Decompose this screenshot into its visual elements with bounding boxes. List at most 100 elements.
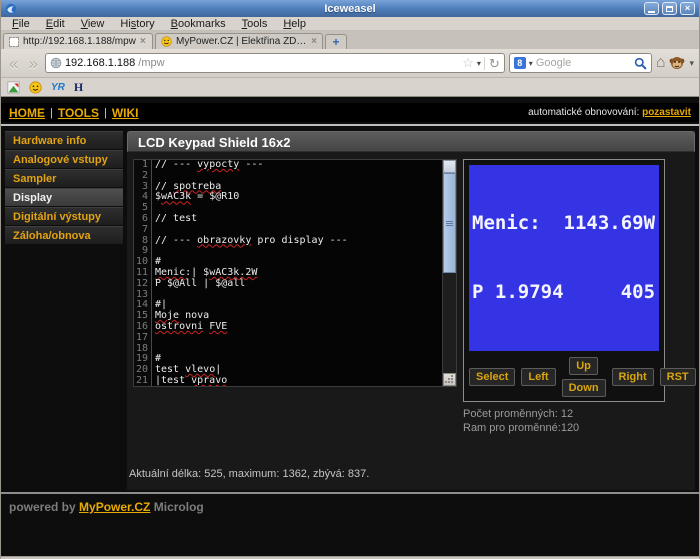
tab-current-page[interactable]: http://192.168.1.188/mpw × [3, 33, 153, 49]
default-page-icon [9, 37, 19, 47]
scroll-down-arrow[interactable] [443, 373, 456, 386]
left-button[interactable]: Left [521, 368, 555, 386]
bookmark-smiley-icon[interactable] [29, 81, 42, 94]
bookmarks-toolbar: YR H [1, 78, 699, 97]
footer-prefix: powered by [9, 500, 76, 514]
menu-help[interactable]: Help [276, 18, 313, 30]
url-path-text: /mpw [138, 57, 164, 69]
menubar: FileEditViewHistoryBookmarksToolsHelp [1, 17, 699, 31]
page-viewport: HOME | TOOLS | WIKI automatické obnovová… [1, 97, 699, 556]
tab-mypower[interactable]: MyPower.CZ | Elektřina ZDARMA! × [155, 33, 323, 49]
scroll-up-arrow[interactable] [443, 160, 456, 173]
keypad: Select Left Up Down Right RST [469, 358, 659, 396]
tab-close-icon[interactable]: × [140, 36, 146, 47]
tab-label: http://192.168.1.188/mpw [23, 36, 136, 47]
lcd-line-2: P 1.9794 405 [472, 281, 656, 304]
sidebar-item-sampler[interactable]: Sampler [5, 169, 123, 187]
back-button[interactable]: « [6, 55, 21, 72]
menu-history[interactable]: History [113, 18, 161, 30]
site-top-navigation: HOME | TOOLS | WIKI automatické obnovová… [1, 103, 699, 122]
smiley-favicon [161, 36, 172, 47]
menu-tools[interactable]: Tools [235, 18, 275, 30]
new-tab-button[interactable]: + [325, 34, 347, 49]
menu-bookmarks[interactable]: Bookmarks [164, 18, 233, 30]
auto-refresh-label: automatické obnovování: [528, 107, 639, 118]
pause-refresh-link[interactable]: pozastavit [642, 107, 691, 118]
select-button[interactable]: Select [469, 368, 515, 386]
menu-view[interactable]: View [74, 18, 112, 30]
search-bar[interactable]: 8 ▾ [509, 53, 652, 73]
down-button[interactable]: Down [562, 379, 606, 397]
window-title: Iceweasel [1, 3, 699, 15]
resize-grip-icon[interactable] [451, 381, 453, 383]
bookmark-h-icon[interactable]: H [74, 80, 83, 95]
nav-link-wiki[interactable]: WIKI [112, 106, 139, 120]
footer: powered by MyPower.CZ Microlog [1, 494, 699, 520]
nav-link-tools[interactable]: TOOLS [58, 106, 99, 120]
editor-line: 8// --- obrazovky pro display --- [134, 236, 442, 247]
menu-edit[interactable]: Edit [39, 18, 72, 30]
editor-line: 1// --- vypocty --- [134, 160, 442, 171]
google-engine-icon: 8 [514, 57, 526, 69]
right-button[interactable]: Right [612, 368, 654, 386]
sidebar-item-analogove-vstupy[interactable]: Analogové vstupy [5, 150, 123, 168]
nav-separator: | [104, 107, 107, 119]
home-icon[interactable]: ⌂ [656, 55, 666, 71]
rst-button[interactable]: RST [660, 368, 696, 386]
scrollbar-thumb[interactable] [443, 173, 456, 273]
nav-separator: | [50, 107, 53, 119]
forward-button[interactable]: » [25, 55, 40, 72]
minimize-button[interactable] [644, 2, 659, 15]
lcd-line-1: Menic: 1143.69W [472, 212, 656, 235]
search-input[interactable] [536, 57, 631, 69]
url-dropdown-icon[interactable]: ▾ [477, 59, 481, 68]
editor-line: 18 [134, 344, 442, 355]
editor-scrollbar[interactable] [442, 160, 456, 386]
length-status: Aktuální délka: 525, maximum: 1362, zbýv… [129, 468, 695, 490]
url-bar[interactable]: 192.168.1.188/mpw ☆ ▾ ↻ [45, 53, 505, 73]
toolbar-overflow-icon[interactable]: ▾ [689, 58, 694, 69]
menu-file[interactable]: File [5, 18, 37, 30]
reload-icon[interactable]: ↻ [484, 57, 500, 70]
nav-link-home[interactable]: HOME [9, 106, 45, 120]
editor-line: 12P $@All | $@all [134, 279, 442, 290]
editor-line: 21|test vpravo [134, 376, 442, 387]
editor-code: 1// --- vypocty ---23// spotreba4$wAC3k … [134, 160, 442, 387]
foxyproxy-monkey-icon[interactable] [669, 55, 685, 71]
display-script-editor[interactable]: 1// --- vypocty ---23// spotreba4$wAC3k … [133, 159, 457, 387]
main-panel: LCD Keypad Shield 16x2 1// --- vypocty -… [127, 131, 695, 490]
sidebar-item-zaloha-obnova[interactable]: Záloha/obnova [5, 226, 123, 244]
sidebar-item-display[interactable]: Display [5, 188, 123, 206]
editor-line: 6// test [134, 214, 442, 225]
bookmark-yr-icon[interactable]: YR [51, 82, 65, 93]
browser-window: Iceweasel × FileEditViewHistoryBookmarks… [0, 0, 700, 559]
up-button[interactable]: Up [569, 357, 598, 375]
editor-line: 17 [134, 333, 442, 344]
editor-line: 13 [134, 290, 442, 301]
url-host-text: 192.168.1.188 [65, 57, 135, 69]
bookmark-star-icon[interactable]: ☆ [462, 57, 474, 69]
editor-line: 9 [134, 246, 442, 257]
tab-label: MyPower.CZ | Elektřina ZDARMA! [176, 36, 307, 47]
sidebar-item-digitalni-vystupy[interactable]: Digitální výstupy [5, 207, 123, 225]
auto-refresh-status: automatické obnovování: pozastavit [528, 107, 691, 118]
divider [1, 124, 699, 126]
sidebar: Hardware infoAnalogové vstupySamplerDisp… [5, 131, 123, 245]
maximize-button[interactable] [662, 2, 677, 15]
footer-suffix: Microlog [154, 500, 204, 514]
globe-icon [50, 57, 62, 69]
search-engine-dropdown-icon[interactable]: ▾ [529, 59, 533, 68]
search-icon[interactable] [634, 57, 647, 70]
variable-stats: Počet proměnných: 12 Ram pro proměnné:12… [463, 407, 665, 435]
mypower-link[interactable]: MyPower.CZ [79, 500, 150, 514]
close-button[interactable]: × [680, 2, 695, 15]
page-title: LCD Keypad Shield 16x2 [127, 131, 695, 152]
bookmark-chart-icon[interactable] [7, 81, 20, 94]
sidebar-item-hardware-info[interactable]: Hardware info [5, 131, 123, 149]
lcd-keypad-panel: Menic: 1143.69W P 1.9794 405 Select Left… [463, 159, 665, 402]
title-bar: Iceweasel × [1, 0, 699, 17]
tab-close-icon[interactable]: × [311, 36, 317, 47]
navigation-toolbar: « » 192.168.1.188/mpw ☆ ▾ ↻ 8 ▾ ⌂ [1, 49, 699, 78]
variables-ram: Ram pro proměnné:120 [463, 421, 665, 435]
variables-count: Počet proměnných: 12 [463, 407, 665, 421]
